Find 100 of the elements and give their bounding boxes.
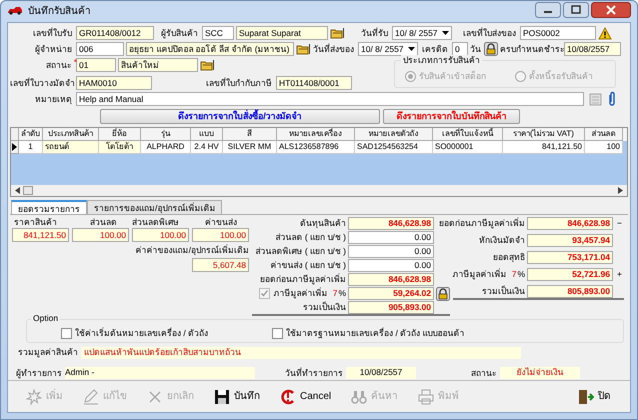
input-field[interactable]: HAM0010 (76, 76, 152, 90)
input-field[interactable]: 100.00 (192, 228, 249, 242)
lock-icon[interactable] (484, 42, 498, 56)
column-label: ส่วนลดพิเศษ (132, 217, 180, 228)
input-field[interactable]: 5,607.48 (192, 258, 249, 272)
field-label: ครบกำหนดชำระ (500, 44, 562, 54)
scroll-left-icon[interactable] (15, 187, 20, 194)
input-field[interactable]: 805,893.00 (527, 285, 613, 298)
date-picker[interactable]: 10/ 8/ 2557 (358, 42, 418, 56)
folder-pointer-icon[interactable] (200, 59, 214, 71)
input-field[interactable]: 100.00 (72, 228, 129, 242)
pencil-icon (83, 388, 99, 404)
dropdown-icon (408, 47, 415, 51)
pull-button[interactable]: ดึงรายการจากใบสั่งซื้อ/วางมัดจำ (100, 109, 380, 124)
input-field[interactable]: HT011408/0001 (276, 76, 352, 90)
input-field[interactable]: Suparat Suparat (236, 26, 328, 40)
tab[interactable]: รายการของแถม/อุปกรณ์เพิ่มเติม (87, 200, 222, 214)
toolbar-button[interactable]: Cancel (274, 386, 344, 408)
column-label: ส่วนลด (89, 217, 118, 228)
vat-rate: 7 (512, 269, 516, 280)
input-field[interactable]: 753,171.04 (527, 251, 613, 264)
checkbox-option[interactable]: ใช้มาตรฐานหมายเลขเครื่อง / ตัวถัง แบบฮอนด้า (272, 328, 465, 339)
field-label: ต้นทุนสินค้า (300, 218, 346, 229)
window-title: บันทึกรับสินค้า (28, 6, 91, 18)
table-cell: โตโยต้า (99, 141, 141, 154)
field-label: ค่าค่าของแถม/อุปกรณ์เพิ่มเติม (136, 245, 249, 256)
status-value: 10/08/2557 (346, 367, 416, 379)
minimize-button[interactable] (535, 2, 561, 18)
field-label: ยอดสุทธิ (493, 252, 525, 263)
tab[interactable]: ยอดรวมรายการ (11, 200, 87, 214)
table-cell: ALS1236587896 (277, 141, 355, 154)
field-label: ภาษีมูลค่าเพิ่ม (274, 288, 328, 299)
input-field[interactable]: 846,628.98 (348, 273, 434, 286)
field-label: ส่วนลดพิเศษ ( แยก บ/ช ) (256, 246, 346, 257)
toolbar-button[interactable]: ปิด (572, 386, 622, 408)
input-field[interactable]: SCC (202, 26, 234, 40)
input-field[interactable]: 846,628.98 (348, 217, 434, 230)
field-label: เครดิต (421, 44, 449, 54)
table-cell: รถยนต์ (43, 141, 99, 154)
close-button[interactable] (591, 2, 631, 18)
field-label: ภาษีมูลค่าเพิ่ม (452, 269, 507, 280)
field-label: วันที่รับ (360, 28, 389, 38)
table-cell: 2.4 HV (191, 141, 223, 154)
input-field[interactable]: 006 (76, 42, 124, 56)
input-field[interactable]: 0.00 (348, 259, 434, 272)
field-label: ยอดก่อนภาษีมูลค่าเพิ่ม (439, 218, 525, 229)
input-field[interactable]: 93,457.94 (527, 234, 613, 247)
input-field[interactable]: 846,628.98 (527, 217, 613, 230)
percent-label: % (517, 269, 525, 280)
horizontal-scrollbar[interactable] (11, 185, 627, 196)
field-label: ค่าขนส่ง ( แยก บ/ช ) (270, 260, 346, 271)
checkbox-option[interactable]: ใช้ค่าเริ่มต้นหมายเลขเครื่อง / ตัวถัง (61, 328, 208, 339)
car-icon (7, 5, 23, 15)
table-row[interactable]: 1 รถยนต์ โตโยต้า ALPHARD 2.4 HV SILVER MM ALS1236587896 SAD1254563254 SO000001 841,121.50 100 (11, 141, 627, 154)
input-field[interactable]: 0.00 (348, 245, 434, 258)
input-field[interactable]: 0 (452, 42, 468, 56)
maximize-button[interactable] (563, 2, 589, 18)
input-field[interactable]: 905,893.00 (348, 301, 434, 314)
operator-sign: + (616, 269, 623, 280)
folder-pointer-icon[interactable] (296, 43, 310, 55)
input-field[interactable]: 59,264.02 (348, 287, 434, 300)
field-label: รวมเป็นเงิน (303, 302, 346, 313)
cancel-icon (280, 388, 296, 404)
field-label: ยอดก่อนภาษีมูลค่าเพิ่ม (260, 274, 346, 285)
scroll-right-icon[interactable] (618, 187, 623, 194)
table-cell: 100 (585, 141, 623, 154)
table-cell: ALPHARD (141, 141, 191, 154)
field-label: รวมเป็นเงิน (482, 286, 525, 297)
dropdown-icon (442, 31, 449, 35)
field-label: เลขที่ใบรับ (32, 28, 73, 38)
status-value: ยังไม่จ่ายเงิน (500, 367, 580, 379)
lock-icon[interactable] (436, 286, 450, 300)
operator-sign: − (616, 218, 623, 229)
checkbox[interactable] (258, 288, 270, 299)
input-field[interactable]: GR011408/0012 (76, 26, 154, 40)
status-label: ผู้ทำรายการ (16, 368, 63, 378)
date-picker[interactable]: 10/ 8/ 2557 (392, 26, 452, 40)
input-field[interactable]: 01 (76, 58, 116, 72)
field-label: ผู้รับสินค้า (160, 28, 199, 38)
scroll-thumb[interactable] (23, 186, 33, 195)
binoculars-icon (351, 388, 368, 404)
field-label: รวมมูลค่าสินค้า (18, 347, 78, 359)
burst-icon (26, 388, 42, 404)
input-field[interactable]: สินค้าใหม่ (118, 58, 198, 72)
input-field[interactable]: 841,121.50 (12, 228, 69, 242)
row-pointer-icon (12, 143, 17, 151)
vat-rate: 7 (332, 288, 338, 299)
column-label: ราคาสินค้า (13, 217, 58, 228)
input-field[interactable]: Help and Manual (76, 92, 584, 106)
toolbar-button[interactable]: บันทึก (208, 386, 272, 408)
field-label: เลขที่ใบกำกับภาษี (205, 78, 273, 88)
input-field[interactable]: อยุธยา แคปปิตอล ออโต้ ลีส จำกัด (มหาชน) (126, 42, 294, 56)
input-field[interactable]: 10/08/2557 (564, 42, 621, 56)
input-field[interactable]: POS0002 (520, 26, 596, 40)
input-field[interactable]: 100.00 (132, 228, 189, 242)
input-field[interactable]: 52,721.96 (527, 268, 613, 281)
status-value: Admin - (65, 367, 255, 379)
paperclip-icon[interactable] (608, 91, 616, 107)
folder-pointer-icon[interactable] (330, 27, 344, 39)
input-field[interactable]: 0.00 (348, 231, 434, 244)
